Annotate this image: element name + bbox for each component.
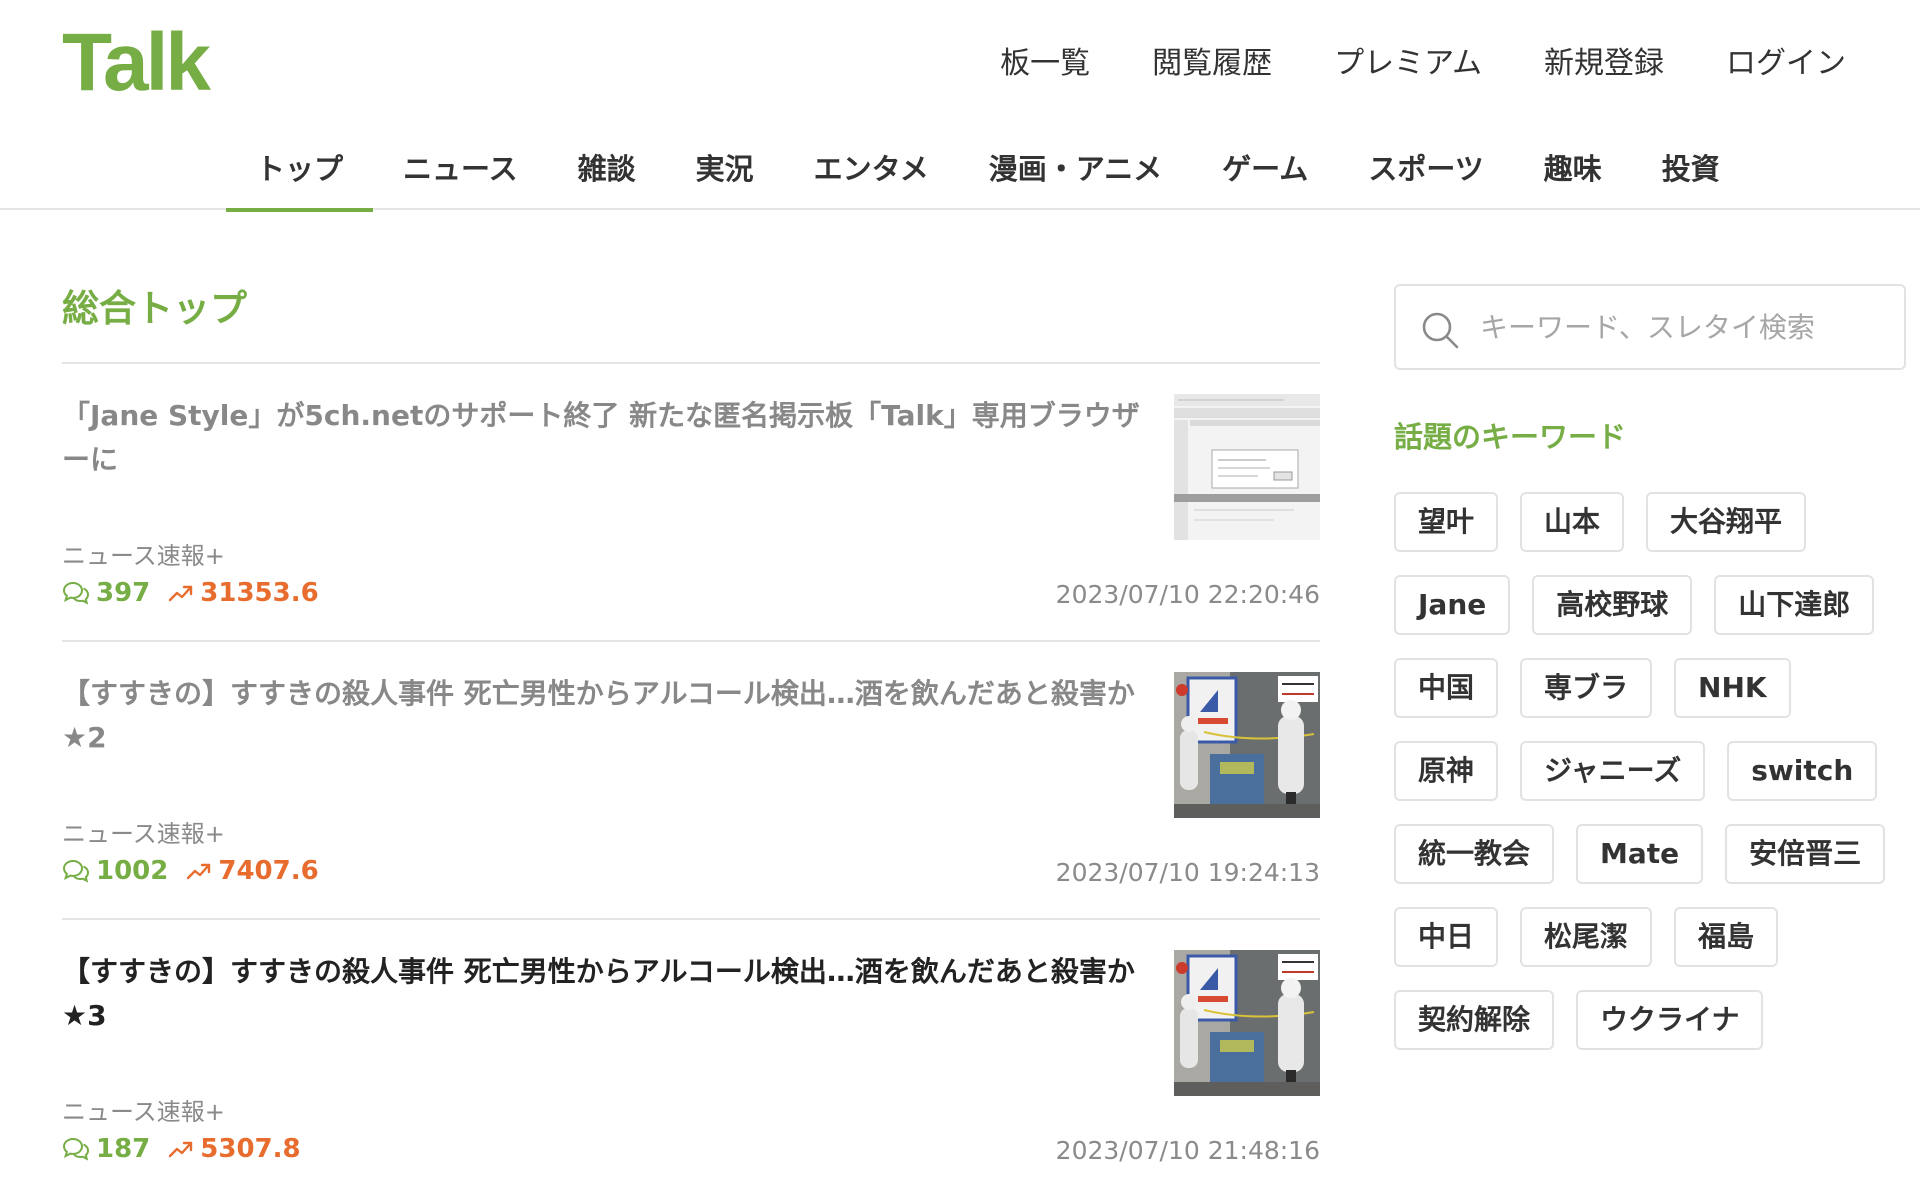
trend-up-icon (187, 863, 211, 880)
keyword-tag[interactable]: 大谷翔平 (1646, 492, 1807, 552)
keyword-tag[interactable]: 松尾潔 (1520, 907, 1653, 967)
search-box (1394, 284, 1906, 370)
tab-category[interactable]: 雑談 (548, 140, 666, 212)
thread-title[interactable]: 「Jane Style」が5ch.netのサポート終了 新たな匿名掲示板「Tal… (62, 394, 1150, 482)
site-logo[interactable]: Talk (62, 22, 211, 104)
keyword-tag[interactable]: 原神 (1394, 741, 1499, 801)
thread-thumbnail[interactable] (1174, 950, 1320, 1096)
thread-title[interactable]: 【すすきの】すすきの殺人事件 死亡男性からアルコール検出…酒を飲んだあと殺害か … (62, 672, 1150, 760)
tab-category[interactable]: 趣味 (1514, 140, 1632, 212)
top-nav-item[interactable]: 新規登録 (1544, 44, 1664, 84)
tab-category[interactable]: 実況 (666, 140, 784, 212)
sidebar: 話題のキーワード 望叶山本大谷翔平 Jane 高校野球山下達郎中国専ブラ NHK 原神ジ… (1394, 284, 1906, 1050)
keyword-tag[interactable]: 高校野球 (1532, 575, 1693, 635)
top-nav-item[interactable]: 閲覧履歴 (1152, 44, 1272, 84)
tab-category[interactable]: スポーツ (1338, 140, 1513, 212)
site-header: Talk 板一覧 閲覧履歴 プレミアム 新規登録 ログイン トップ ニュース 雑談 実況 エンタ… (0, 0, 1920, 212)
momentum: 5307.8 (200, 1134, 301, 1164)
keyword-tag[interactable]: 福島 (1674, 907, 1779, 967)
thread-board[interactable]: ニュース速報+ (62, 536, 225, 571)
keyword-tag[interactable]: Mate (1576, 824, 1704, 884)
top-nav-item[interactable]: プレミアム (1334, 44, 1482, 84)
speech-bubbles-icon (62, 1137, 90, 1161)
thread-row[interactable]: 【すすきの】すすきの殺人事件 死亡男性からアルコール検出…酒を飲んだあと殺害か … (62, 642, 1320, 920)
speech-bubbles-icon (62, 859, 90, 883)
tab-category[interactable]: 投資 (1632, 140, 1750, 212)
keyword-tag[interactable]: 中日 (1394, 907, 1499, 967)
keyword-tag[interactable]: 山本 (1520, 492, 1625, 552)
thread-list: 「Jane Style」が5ch.netのサポート終了 新たな匿名掲示板「Tal… (62, 364, 1320, 1183)
search-input[interactable] (1480, 302, 1880, 352)
thread-row[interactable]: 【すすきの】すすきの殺人事件 死亡男性からアルコール検出…酒を飲んだあと殺害か … (62, 920, 1320, 1183)
thread-date: 2023/07/10 19:24:13 (1055, 858, 1320, 887)
speech-bubbles-icon (62, 581, 90, 605)
tab-category[interactable]: 漫画・アニメ (959, 140, 1192, 212)
top-nav: 板一覧 閲覧履歴 プレミアム 新規登録 ログイン (1000, 44, 1846, 84)
keyword-tag[interactable]: 専ブラ (1520, 658, 1653, 718)
top-nav-item[interactable]: 板一覧 (1000, 44, 1090, 84)
keyword-tag[interactable]: NHK (1674, 658, 1791, 718)
momentum: 7407.6 (218, 856, 319, 886)
keywords-title: 話題のキーワード (1394, 420, 1627, 454)
momentum: 31353.6 (200, 578, 319, 608)
category-nav: トップ ニュース 雑談 実況 エンタメ 漫画・アニメ ゲーム スポーツ 趣味 投資 (226, 140, 1750, 212)
keyword-tags: 望叶 山本 大谷翔平 Jane 高校野球 山下達郎中国 専ブラ NHK 原神 ジャニーズ switc… (1394, 492, 1906, 1050)
thread-date: 2023/07/10 22:20:46 (1055, 580, 1320, 609)
tab-category[interactable]: エンタメ (784, 140, 959, 212)
keyword-tag[interactable]: 安倍晋三 (1725, 824, 1886, 884)
thread-thumbnail[interactable] (1174, 672, 1320, 818)
trend-up-icon (169, 1141, 193, 1158)
keyword-tag[interactable]: ウクライナ (1576, 990, 1764, 1050)
thread-stats: 187 5307.8 (62, 1134, 301, 1164)
tab-category[interactable]: ニュース (373, 140, 548, 212)
page-title: 総合トップ (62, 280, 1320, 364)
trend-up-icon (169, 585, 193, 602)
keyword-tag[interactable]: 統一教会 (1394, 824, 1555, 884)
keyword-tag[interactable]: 契約解除 (1394, 990, 1555, 1050)
res-count: 187 (96, 1134, 151, 1164)
thread-board[interactable]: ニュース速報+ (62, 1092, 225, 1127)
keyword-tag[interactable]: 山下達郎 (1714, 575, 1875, 635)
tab-category[interactable]: ゲーム (1192, 140, 1338, 212)
keyword-tag[interactable]: switch (1727, 741, 1878, 801)
res-count: 1002 (96, 856, 169, 886)
keyword-tag[interactable]: 中国 (1394, 658, 1499, 718)
res-count: 397 (96, 578, 151, 608)
thread-title[interactable]: 【すすきの】すすきの殺人事件 死亡男性からアルコール検出…酒を飲んだあと殺害か … (62, 950, 1150, 1038)
top-nav-item[interactable]: ログイン (1726, 44, 1846, 84)
main-column: 総合トップ 「Jane Style」が5ch.netのサポート終了 新たな匿名掲… (62, 280, 1320, 1183)
thread-board[interactable]: ニュース速報+ (62, 814, 225, 849)
thread-stats: 1002 7407.6 (62, 856, 319, 886)
thread-thumbnail[interactable] (1174, 394, 1320, 540)
keyword-tag[interactable]: 望叶 (1394, 492, 1499, 552)
search-icon[interactable] (1420, 310, 1460, 350)
thread-row[interactable]: 「Jane Style」が5ch.netのサポート終了 新たな匿名掲示板「Tal… (62, 364, 1320, 642)
thread-date: 2023/07/10 21:48:16 (1055, 1136, 1320, 1165)
keyword-tag[interactable]: Jane (1394, 575, 1511, 635)
keyword-tag[interactable]: ジャニーズ (1520, 741, 1706, 801)
tab-category[interactable]: トップ (226, 140, 374, 212)
thread-stats: 397 31353.6 (62, 578, 319, 608)
